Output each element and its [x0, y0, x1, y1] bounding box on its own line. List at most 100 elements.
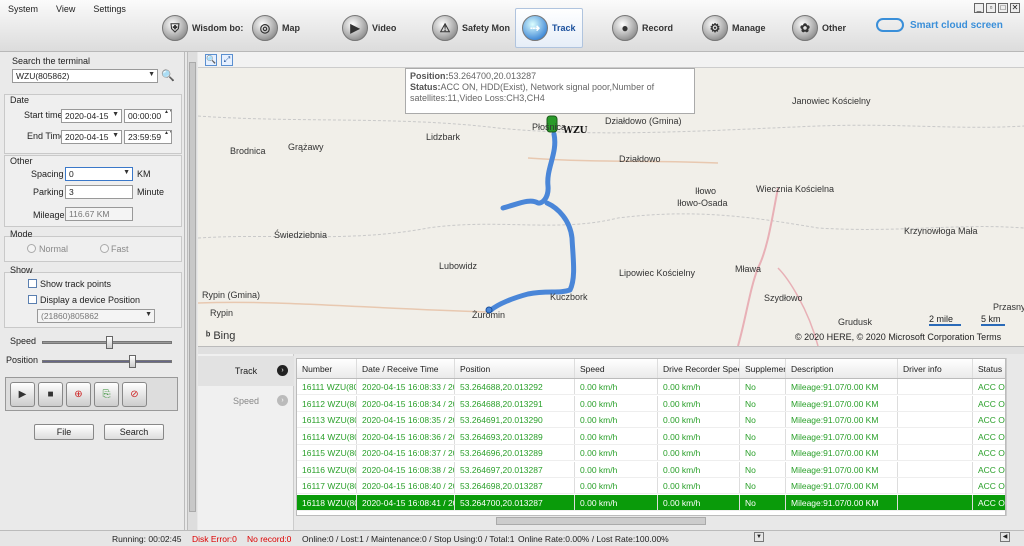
position-slider-thumb[interactable] — [129, 355, 136, 368]
search-icon[interactable]: 🔍 — [161, 69, 175, 82]
mode-normal-radio[interactable] — [27, 244, 36, 253]
map-view[interactable]: WZU Janowiec Kościelny Działdowo (Gmina)… — [198, 68, 1024, 346]
table-cell: 16115 WZU(80 — [297, 445, 357, 460]
table-cell: 53.264696,20.013289 — [455, 445, 575, 460]
record-track-icon[interactable]: ⊕ — [66, 381, 91, 407]
collapse-icon[interactable]: ◀ — [1000, 532, 1010, 542]
fullscreen-icon[interactable]: ⤢ — [221, 54, 233, 66]
chevron-right-icon: › — [277, 395, 288, 406]
column-header[interactable]: Date / Receive Time — [357, 359, 455, 378]
table-vertical-scrollbar[interactable] — [1006, 358, 1024, 516]
end-date-input[interactable]: 2020-04-15 — [61, 130, 122, 144]
maximize-icon[interactable]: □ — [998, 3, 1008, 13]
table-cell: No — [740, 428, 786, 444]
play-icon[interactable]: ▶ — [10, 381, 35, 407]
table-row[interactable]: 16116 WZU(80 2020-04-15 16:08:38 / 20 53.2… — [297, 461, 1005, 478]
close-icon[interactable]: ✕ — [1010, 3, 1020, 13]
playback-controls: ▶ ■ ⊕ ⎘ ⊘ — [5, 377, 178, 411]
start-time-input[interactable]: 00:00:00 — [124, 109, 172, 123]
table-row[interactable]: 16111 WZU(80 2020-04-15 16:08:33 / 20 53.2… — [297, 379, 1005, 395]
nav-safety-monitor[interactable]: ⚠ Safety Mon — [432, 8, 510, 48]
menu-bar: System View Settings — [8, 4, 126, 14]
column-header[interactable]: Number — [297, 359, 357, 378]
parking-input[interactable]: 3 — [65, 185, 133, 199]
mode-normal-label: Normal — [39, 244, 69, 254]
expand-icon[interactable]: ▼ — [754, 532, 764, 542]
menu-system[interactable]: System — [8, 4, 38, 14]
start-date-input[interactable]: 2020-04-15 — [61, 109, 122, 123]
export-icon[interactable]: ⎘ — [94, 381, 119, 407]
speed-slider-thumb[interactable] — [105, 336, 113, 349]
menu-view[interactable]: View — [56, 4, 75, 14]
table-row[interactable]: 16112 WZU(80 2020-04-15 16:08:34 / 20 53.2… — [297, 395, 1005, 412]
nav-map[interactable]: ◎ Map — [252, 8, 300, 48]
town-label: Mława — [735, 264, 762, 274]
column-header[interactable]: Speed — [575, 359, 658, 378]
column-header[interactable]: Position — [455, 359, 575, 378]
other-icon: ✿ — [792, 15, 818, 41]
display-device-position-checkbox[interactable] — [28, 295, 37, 304]
table-cell: 53.264697,20.013287 — [455, 461, 575, 477]
table-cell: No — [740, 379, 786, 394]
table-cell: 2020-04-15 16:08:40 / 20 — [357, 478, 455, 493]
menu-settings[interactable]: Settings — [93, 4, 126, 14]
table-cell: 0.00 km/h — [658, 428, 740, 444]
column-header[interactable]: Status — [973, 359, 1005, 378]
restore-icon[interactable]: ▫ — [986, 3, 996, 13]
left-panel-scrollbar[interactable] — [187, 52, 197, 530]
town-label: Krzynowłoga Mała — [904, 226, 978, 236]
table-row[interactable]: 16114 WZU(80 2020-04-15 16:08:36 / 20 53.2… — [297, 428, 1005, 445]
parking-label: Parking — [33, 187, 64, 197]
stop-icon[interactable]: ■ — [38, 381, 63, 407]
town-label: Przasny — [993, 302, 1024, 312]
tab-speed[interactable]: Speed › — [198, 386, 294, 416]
device-select[interactable]: (21860)805862 — [37, 309, 155, 323]
search-button[interactable]: Search — [104, 424, 164, 440]
town-label: Iłowo-Osada — [677, 198, 728, 208]
search-terminal-title: Search the terminal — [12, 56, 91, 66]
nav-track[interactable]: ⇢ Track — [515, 8, 583, 48]
table-cell: 53.264693,20.013289 — [455, 428, 575, 444]
clear-icon[interactable]: ⊘ — [122, 381, 147, 407]
end-time-label: End Time — [27, 131, 66, 141]
minimize-icon[interactable]: _ — [974, 3, 984, 13]
zoom-search-icon[interactable]: 🔍 — [205, 54, 217, 66]
town-label: Szydłowo — [764, 293, 803, 303]
nav-video[interactable]: ▶ Video — [342, 8, 396, 48]
nav-manage[interactable]: ⚙ Manage — [702, 8, 766, 48]
tab-track[interactable]: Track › — [198, 356, 294, 386]
column-header[interactable]: Supplement — [740, 359, 786, 378]
nav-wisdom-box[interactable]: ⛨ Wisdom bo: — [162, 8, 243, 48]
table-row[interactable]: 16113 WZU(80 2020-04-15 16:08:35 / 20 53.2… — [297, 412, 1005, 428]
table-cell: ACC ON, — [978, 448, 1005, 458]
file-button[interactable]: File — [34, 424, 94, 440]
column-header[interactable]: Drive Recorder Speed — [658, 359, 740, 378]
column-header[interactable]: Driver info — [898, 359, 973, 378]
table-row[interactable]: 16118 WZU(80 2020-04-15 16:08:41 / 20 53.2… — [297, 494, 1005, 511]
speed-label: Speed — [10, 336, 37, 346]
panel-splitter[interactable] — [198, 346, 1024, 354]
table-row[interactable]: 16117 WZU(80 2020-04-15 16:08:40 / 20 53.2… — [297, 478, 1005, 494]
town-label: Grążawy — [288, 142, 324, 152]
nav-other[interactable]: ✿ Other — [792, 8, 846, 48]
town-label: Działdowo — [619, 154, 661, 164]
end-time-input[interactable]: 23:59:59 — [124, 130, 172, 144]
terminal-select[interactable]: WZU(805862) — [12, 69, 158, 83]
position-slider[interactable] — [42, 360, 172, 363]
table-cell — [898, 428, 973, 444]
table-cell: Mileage:91.07/0.00 KM — [786, 395, 898, 411]
table-row[interactable]: 16115 WZU(80 2020-04-15 16:08:37 / 20 53.2… — [297, 445, 1005, 461]
column-header[interactable]: Description — [786, 359, 898, 378]
town-label: Kuczbork — [550, 292, 588, 302]
show-track-points-checkbox[interactable] — [28, 279, 37, 288]
spacing-select[interactable]: 0 — [65, 167, 133, 181]
mode-fast-radio[interactable] — [100, 244, 109, 253]
table-horizontal-scrollbar[interactable] — [296, 516, 1006, 526]
table-cell: 53.264688,20.013291 — [455, 395, 575, 411]
table-cell: ACC ON, — [978, 497, 1005, 508]
nav-record[interactable]: ● Record — [612, 8, 673, 48]
table-cell: 16111 WZU(80 — [297, 379, 357, 394]
bing-logo: ᵇ Bing — [206, 330, 236, 342]
table-cell: 16113 WZU(80 — [297, 412, 357, 427]
table-cell: 0.00 km/h — [658, 379, 740, 394]
